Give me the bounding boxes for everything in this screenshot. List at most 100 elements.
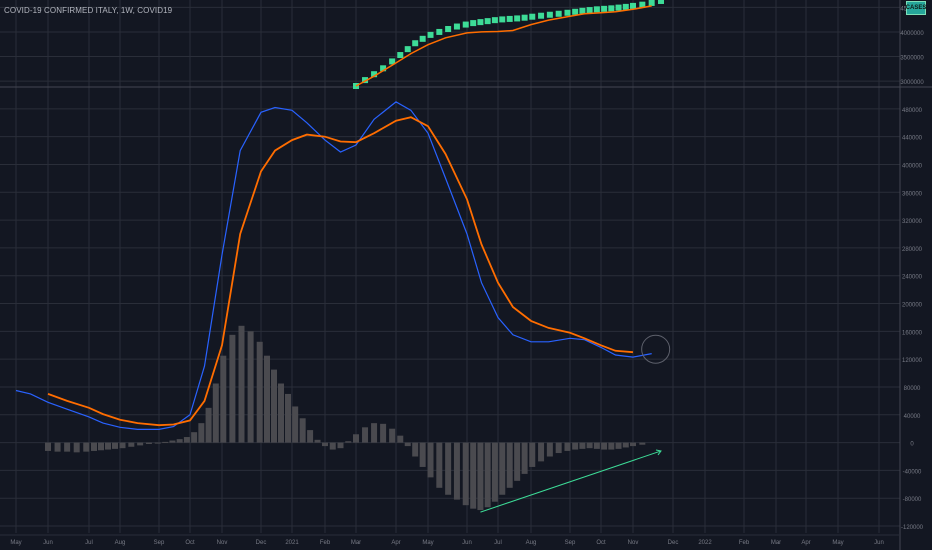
cases-step-18 xyxy=(499,16,506,23)
histogram-bar-57 xyxy=(499,442,506,495)
histogram-bar-52 xyxy=(462,442,469,506)
cases-step-28 xyxy=(579,7,586,14)
y-tick-label: 440000 xyxy=(902,136,923,142)
y-tick-label-top: 3000000 xyxy=(900,80,924,86)
cases-step-37 xyxy=(648,0,655,6)
x-tick-label: Sep xyxy=(154,540,165,546)
cases-step-20 xyxy=(514,15,521,22)
histogram-bar-27 xyxy=(264,355,270,443)
histogram-bar-53 xyxy=(470,442,477,509)
y-tick-label: 40000 xyxy=(904,414,921,420)
histogram-bar-44 xyxy=(397,435,404,443)
histogram-bar-36 xyxy=(329,442,336,450)
x-tick-label: Aug xyxy=(115,540,126,546)
histogram-bar-49 xyxy=(436,442,443,488)
y-tick-label-top: 3500000 xyxy=(900,56,924,62)
x-tick-label: Dec xyxy=(256,540,267,546)
cases-step-33 xyxy=(615,4,622,11)
histogram-bar-70 xyxy=(601,442,608,450)
histogram-bar-23 xyxy=(229,334,236,443)
histogram-bar-67 xyxy=(579,442,586,449)
histogram-bar-7 xyxy=(105,442,111,450)
cases-step-29 xyxy=(586,7,593,14)
histogram-bar-47 xyxy=(419,442,426,467)
histogram-bar-24 xyxy=(238,325,245,443)
histogram-bar-60 xyxy=(521,442,528,474)
x-tick-label: Jul xyxy=(85,540,93,546)
cases-badge[interactable]: CASES xyxy=(906,1,926,15)
y-tick-label: 240000 xyxy=(902,275,923,281)
cases-step-31 xyxy=(601,5,608,12)
cases-step-12 xyxy=(453,23,460,30)
histogram-bar-74 xyxy=(630,442,636,447)
histogram-bar-51 xyxy=(453,442,460,500)
histogram-bar-66 xyxy=(572,442,579,450)
histogram-bar-3 xyxy=(73,442,80,453)
x-tick-label: Apr xyxy=(391,540,400,546)
histogram-bar-42 xyxy=(380,423,387,443)
cases-step-35 xyxy=(630,2,636,9)
x-tick-label: Sep xyxy=(565,540,576,546)
x-tick-label: 2022 xyxy=(698,540,712,546)
histogram-bar-15 xyxy=(169,440,176,443)
histogram-bar-10 xyxy=(128,442,135,447)
histogram-bar-0 xyxy=(45,442,51,451)
histogram-bar-12 xyxy=(145,442,152,444)
histogram-bar-32 xyxy=(299,418,306,443)
chart-title: COVID-19 CONFIRMED ITALY, 1W, COVID19 xyxy=(4,6,173,15)
cases-step-5 xyxy=(397,52,404,59)
x-tick-label: Dec xyxy=(668,540,679,546)
histogram-bar-29 xyxy=(278,383,284,443)
cases-step-7 xyxy=(412,40,419,47)
histogram-bar-28 xyxy=(271,369,277,443)
histogram-bar-17 xyxy=(183,437,190,443)
x-tick-label: Nov xyxy=(217,540,228,546)
cases-step-26 xyxy=(564,9,571,16)
histogram-bar-26 xyxy=(256,341,263,443)
y-tick-label: -40000 xyxy=(903,469,922,475)
histogram-bar-18 xyxy=(191,432,198,443)
cases-step-9 xyxy=(427,31,434,38)
histogram-bar-21 xyxy=(212,383,219,443)
histogram-bar-14 xyxy=(162,441,169,443)
x-tick-label: Mar xyxy=(351,540,361,546)
histogram-bar-39 xyxy=(353,434,359,443)
x-tick-label: Apr xyxy=(801,540,810,546)
cases-step-15 xyxy=(477,19,484,26)
histogram-bar-72 xyxy=(615,442,622,449)
histogram-bar-65 xyxy=(564,442,571,451)
histogram-bar-50 xyxy=(445,442,452,495)
x-tick-label: 2021 xyxy=(285,540,299,546)
cases-step-16 xyxy=(484,18,491,25)
y-tick-label: 0 xyxy=(910,442,914,448)
y-tick-label: 80000 xyxy=(904,386,921,392)
histogram-bar-71 xyxy=(608,442,615,450)
y-tick-label: 480000 xyxy=(902,108,923,114)
histogram-bar-45 xyxy=(404,442,411,447)
x-tick-label: Jun xyxy=(43,540,53,546)
histogram-bar-19 xyxy=(198,423,205,443)
histogram-bar-1 xyxy=(54,442,61,452)
histogram-bar-22 xyxy=(220,355,227,443)
cases-step-23 xyxy=(538,12,545,19)
y-tick-label: -80000 xyxy=(903,497,922,503)
y-tick-label: 200000 xyxy=(902,303,923,309)
x-tick-label: Jul xyxy=(494,540,502,546)
x-tick-label: Oct xyxy=(596,540,606,546)
cases-step-22 xyxy=(529,13,536,20)
histogram-bar-37 xyxy=(337,442,344,449)
histogram-bar-38 xyxy=(345,441,352,443)
histogram-bar-54 xyxy=(477,442,484,511)
x-tick-label: Aug xyxy=(526,540,537,546)
histogram-bar-75 xyxy=(639,442,646,445)
histogram-bar-62 xyxy=(538,442,545,462)
x-tick-label: May xyxy=(422,540,433,546)
cases-step-17 xyxy=(491,17,498,24)
fast-line xyxy=(15,101,652,430)
histogram-bar-2 xyxy=(64,442,71,452)
histogram-bar-13 xyxy=(154,442,161,444)
cases-step-6 xyxy=(404,46,411,53)
histogram-bar-5 xyxy=(91,442,97,451)
histogram-bar-33 xyxy=(307,430,314,443)
histogram-bar-40 xyxy=(362,427,369,443)
